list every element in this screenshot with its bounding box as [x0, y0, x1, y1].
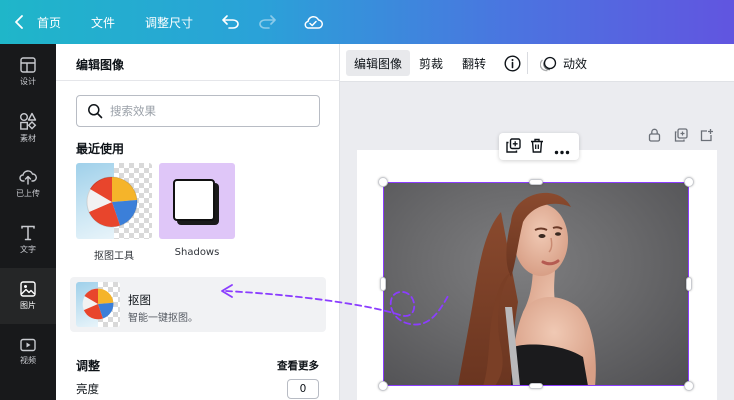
cloud-saved-icon[interactable]: [303, 0, 323, 44]
add-page-icon[interactable]: [700, 128, 714, 145]
recent-title: 最近使用: [76, 142, 125, 156]
element-floating-toolbar: [499, 133, 579, 160]
flip-button[interactable]: 翻转: [454, 50, 494, 76]
duplicate-icon[interactable]: [506, 138, 521, 156]
beach-ball-image: [86, 176, 138, 228]
card-title: 抠图: [128, 293, 151, 307]
rail-item-design[interactable]: 设计: [0, 44, 56, 100]
search-placeholder: 搜索效果: [110, 104, 156, 118]
bg-remover-card[interactable]: 抠图 智能一键抠图。: [70, 277, 326, 332]
image-icon: [20, 281, 36, 297]
search-icon: [88, 104, 103, 119]
more-options-icon[interactable]: [554, 144, 570, 158]
brightness-label: 亮度: [76, 382, 99, 396]
video-icon: [20, 338, 36, 352]
bg-remover-card-thumb: [76, 282, 120, 327]
undo-icon[interactable]: [222, 0, 240, 44]
divider: [527, 52, 528, 74]
redo-icon[interactable]: [258, 0, 276, 44]
panel-title: 编辑图像: [76, 58, 125, 72]
edit-image-panel: 编辑图像 搜索效果 最近使用 抠图工具 Shadows 抠图 智能一键抠图。 调…: [56, 44, 340, 400]
rail-item-label: 素材: [20, 134, 36, 143]
thumb-label: 抠图工具: [94, 251, 134, 262]
top-bar: 首页 文件 调整尺寸: [0, 0, 734, 44]
info-icon[interactable]: [496, 50, 529, 76]
rail-item-photos[interactable]: 图片: [0, 268, 56, 324]
edit-image-button[interactable]: 编辑图像: [346, 50, 411, 76]
card-subtitle: 智能一键抠图。: [128, 313, 198, 324]
resize-handle-bottom-right[interactable]: [684, 381, 694, 391]
lock-icon[interactable]: [648, 128, 661, 145]
duplicate-page-icon[interactable]: [674, 128, 688, 145]
animate-icon: [540, 56, 557, 71]
text-icon: [21, 225, 35, 241]
side-nav-rail: 设计 素材 已上传 文字 图片 视频: [0, 44, 56, 400]
selection-frame: [383, 182, 689, 386]
layout-icon: [20, 57, 36, 73]
resize-handle-top-left[interactable]: [378, 177, 388, 187]
chevron-left-icon[interactable]: [14, 0, 24, 44]
rail-item-text[interactable]: 文字: [0, 212, 56, 268]
rail-item-uploads[interactable]: 已上传: [0, 156, 56, 212]
image-toolbar: 编辑图像 剪裁 翻转 动效: [340, 44, 734, 82]
adjust-title: 调整: [76, 359, 101, 373]
trash-icon[interactable]: [530, 138, 544, 156]
resize-handle-right[interactable]: [686, 277, 692, 291]
bg-remover-thumb[interactable]: [76, 163, 152, 239]
rail-item-label: 设计: [20, 77, 36, 86]
rail-item-elements[interactable]: 素材: [0, 100, 56, 156]
animate-button[interactable]: 动效: [532, 50, 595, 76]
divider: [56, 80, 340, 81]
thumb-label: Shadows: [174, 247, 220, 258]
shapes-icon: [20, 112, 37, 130]
cloud-upload-icon: [19, 170, 37, 185]
resize-button[interactable]: 调整尺寸: [145, 0, 193, 44]
animate-label: 动效: [563, 56, 588, 71]
home-link[interactable]: 首页: [37, 0, 61, 44]
search-input[interactable]: 搜索效果: [76, 95, 320, 127]
resize-handle-bottom[interactable]: [529, 383, 543, 389]
rail-item-videos[interactable]: 视频: [0, 324, 56, 380]
file-menu[interactable]: 文件: [91, 0, 115, 44]
resize-handle-bottom-left[interactable]: [378, 381, 388, 391]
rail-item-label: 已上传: [16, 189, 40, 198]
rail-item-label: 文字: [20, 245, 36, 254]
resize-handle-top-right[interactable]: [684, 177, 694, 187]
crop-button[interactable]: 剪裁: [411, 50, 451, 76]
resize-handle-top[interactable]: [529, 179, 543, 185]
see-more-link[interactable]: 查看更多: [277, 358, 319, 373]
shadows-thumb[interactable]: [159, 163, 235, 239]
resize-handle-left[interactable]: [380, 277, 386, 291]
brightness-input[interactable]: 0: [287, 379, 319, 399]
rail-item-label: 图片: [20, 301, 36, 310]
rail-item-label: 视频: [20, 356, 36, 365]
